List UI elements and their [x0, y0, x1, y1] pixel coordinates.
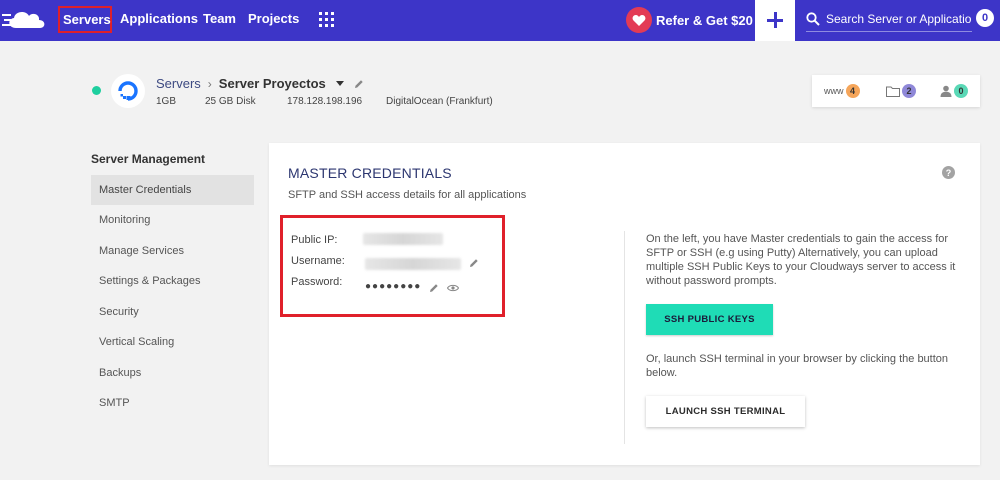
nav-team[interactable]: Team	[203, 11, 236, 26]
public-ip-value-redacted	[363, 233, 443, 245]
username-value-redacted	[365, 258, 461, 270]
edit-server-name-pencil-icon[interactable]	[354, 79, 364, 89]
ssh-info-text: On the left, you have Master credentials…	[646, 233, 956, 287]
refer-label: Refer & Get $20	[656, 12, 753, 28]
breadcrumb: Servers › Server Proyectos	[156, 76, 364, 91]
password-label: Password:	[291, 276, 343, 288]
edit-password-pencil-icon[interactable]	[429, 283, 439, 293]
breadcrumb-servers-link[interactable]: Servers	[156, 76, 201, 91]
page-title: MASTER CREDENTIALS	[288, 165, 452, 181]
chevron-right-icon: ›	[207, 76, 212, 91]
folder-icon	[886, 86, 900, 97]
sidebar-item-settings-packages[interactable]: Settings & Packages	[91, 266, 254, 296]
sidebar-item-master-credentials[interactable]: Master Credentials	[91, 175, 254, 205]
search-bar[interactable]	[806, 8, 972, 32]
server-ip: 178.128.198.196	[287, 96, 363, 107]
vertical-divider	[624, 231, 625, 444]
server-stats-card: www 4 2 0	[812, 75, 980, 107]
top-navbar: Servers Applications Team Projects Refer…	[0, 0, 1000, 41]
refer-button[interactable]: Refer & Get $20	[626, 6, 753, 34]
search-input[interactable]	[826, 9, 972, 29]
help-icon[interactable]: ?	[942, 166, 955, 179]
page-subtitle: SFTP and SSH access details for all appl…	[288, 189, 527, 201]
www-label: www	[824, 86, 844, 96]
server-provider: DigitalOcean (Frankfurt)	[386, 96, 493, 107]
user-icon	[940, 85, 952, 97]
notification-badge[interactable]: 0	[976, 9, 994, 27]
server-dropdown-caret-icon[interactable]	[335, 81, 344, 86]
nav-servers-label: Servers	[63, 12, 111, 27]
public-ip-label: Public IP:	[291, 234, 338, 246]
launch-ssh-terminal-button[interactable]: LAUNCH SSH TERMINAL	[646, 396, 805, 427]
search-icon	[806, 12, 820, 26]
apps-grid-icon[interactable]	[319, 12, 334, 27]
terminal-info-text: Or, launch SSH terminal in your browser …	[646, 353, 949, 379]
stat-users[interactable]: 0	[940, 84, 968, 98]
nav-projects[interactable]: Projects	[248, 11, 299, 26]
status-indicator	[92, 86, 101, 95]
sidebar-item-manage-services[interactable]: Manage Services	[91, 236, 254, 266]
username-label: Username:	[291, 255, 345, 267]
edit-username-pencil-icon[interactable]	[469, 258, 479, 268]
www-count-badge: 4	[845, 84, 860, 98]
digitalocean-logo-icon	[111, 74, 145, 108]
folder-count-badge: 2	[902, 84, 916, 98]
ssh-public-keys-button[interactable]: SSH PUBLIC KEYS	[646, 304, 773, 335]
server-disk: 25 GB Disk	[205, 96, 256, 107]
stat-websites[interactable]: www 4	[824, 84, 860, 98]
nav-servers[interactable]: Servers	[58, 6, 112, 33]
sidebar-item-smtp[interactable]: SMTP	[91, 388, 254, 418]
heart-icon	[626, 7, 652, 33]
users-count-badge: 0	[954, 84, 968, 98]
password-value: ●●●●●●●●	[365, 281, 422, 292]
nav-applications[interactable]: Applications	[120, 11, 198, 26]
server-name: Server Proyectos	[218, 76, 326, 91]
sidebar-item-backups[interactable]: Backups	[91, 358, 254, 388]
credentials-box: Public IP: Username: Password: ●●●●●●●●	[280, 215, 505, 317]
server-ram: 1GB	[156, 96, 177, 107]
sidebar-item-security[interactable]: Security	[91, 297, 254, 327]
cloudways-logo-icon[interactable]	[2, 6, 50, 34]
sidebar-item-monitoring[interactable]: Monitoring	[91, 205, 254, 235]
sidebar-item-vertical-scaling[interactable]: Vertical Scaling	[91, 327, 254, 357]
show-password-eye-icon[interactable]	[447, 284, 459, 292]
add-button[interactable]	[755, 0, 795, 41]
master-credentials-card: MASTER CREDENTIALS SFTP and SSH access d…	[269, 143, 980, 465]
stat-folders[interactable]: 2	[886, 84, 916, 98]
sidebar-title: Server Management	[91, 152, 206, 166]
